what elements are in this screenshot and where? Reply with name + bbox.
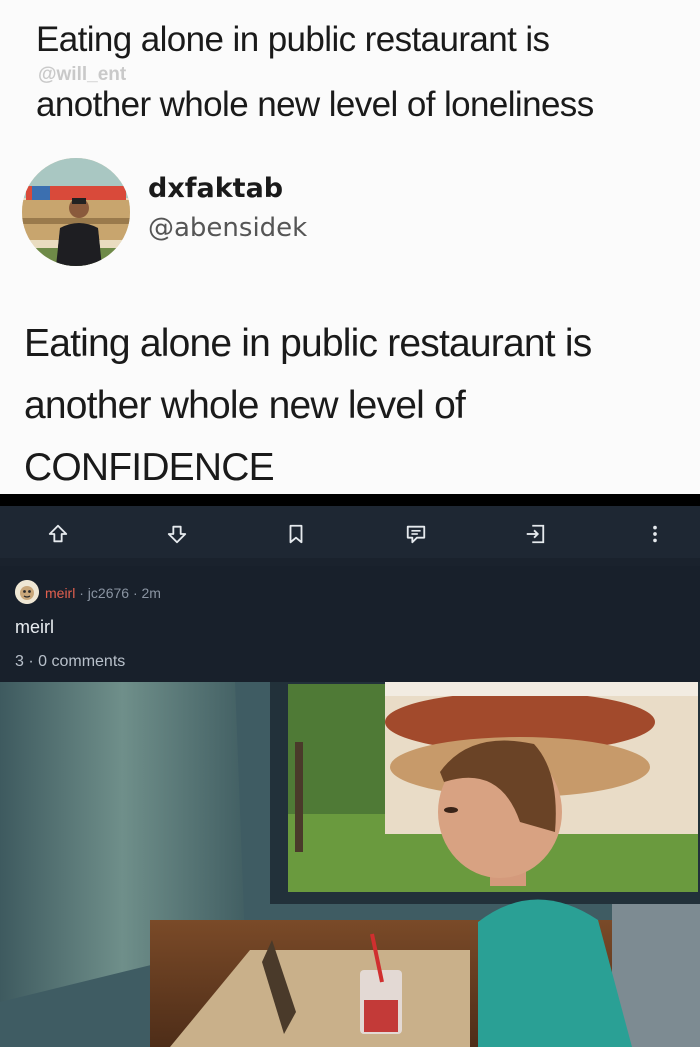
upvote-button[interactable] bbox=[42, 518, 74, 550]
post-stats: 3 · 0 comments bbox=[15, 653, 125, 671]
user-handle: @abensidek bbox=[148, 213, 308, 243]
post-title[interactable]: meirl bbox=[15, 617, 54, 638]
action-bar-divider bbox=[0, 558, 700, 566]
tweet-body-line-2: another whole new level of bbox=[24, 384, 466, 427]
share-button[interactable] bbox=[519, 518, 551, 550]
bookmark-icon bbox=[289, 524, 303, 544]
comment-button[interactable] bbox=[400, 518, 432, 550]
tweet-screenshot: Eating alone in public restaurant is @wi… bbox=[0, 0, 700, 497]
upvote-icon bbox=[48, 524, 68, 543]
more-options-button[interactable] bbox=[639, 518, 671, 550]
meta-separator: · bbox=[75, 585, 88, 601]
downvote-icon bbox=[167, 525, 187, 544]
subreddit-icon[interactable] bbox=[15, 580, 39, 604]
meme-divider bbox=[0, 494, 700, 506]
post-action-bar bbox=[0, 506, 700, 562]
share-icon bbox=[526, 524, 545, 544]
post-age: 2m bbox=[141, 585, 161, 601]
comment-icon bbox=[406, 525, 426, 544]
tweet-avatar bbox=[22, 158, 130, 266]
tweet-body-line-3: CONFIDENCE bbox=[24, 446, 275, 489]
stats-separator: · bbox=[23, 653, 39, 670]
post-meta: meirl · jc2676 · 2m bbox=[45, 585, 161, 601]
more-icon bbox=[653, 525, 657, 543]
display-name: dxfaktab bbox=[148, 173, 284, 204]
post-score: 3 bbox=[15, 653, 24, 670]
subreddit-link[interactable]: meirl bbox=[45, 585, 75, 601]
post-header: meirl · jc2676 · 2m meirl 3 · 0 comments bbox=[0, 566, 700, 682]
save-button[interactable] bbox=[280, 518, 312, 550]
post-image[interactable] bbox=[0, 682, 700, 1047]
quoted-tweet-line-2: another whole new level of loneliness bbox=[36, 85, 594, 124]
watermark: @will_ent bbox=[38, 64, 127, 85]
downvote-button[interactable] bbox=[161, 518, 193, 550]
post-author[interactable]: jc2676 bbox=[88, 585, 129, 601]
quoted-tweet-line-1: Eating alone in public restaurant is bbox=[36, 20, 550, 59]
tweet-body-line-1: Eating alone in public restaurant is bbox=[24, 322, 592, 365]
comment-count[interactable]: 0 comments bbox=[38, 653, 125, 670]
meta-separator: · bbox=[129, 585, 142, 601]
